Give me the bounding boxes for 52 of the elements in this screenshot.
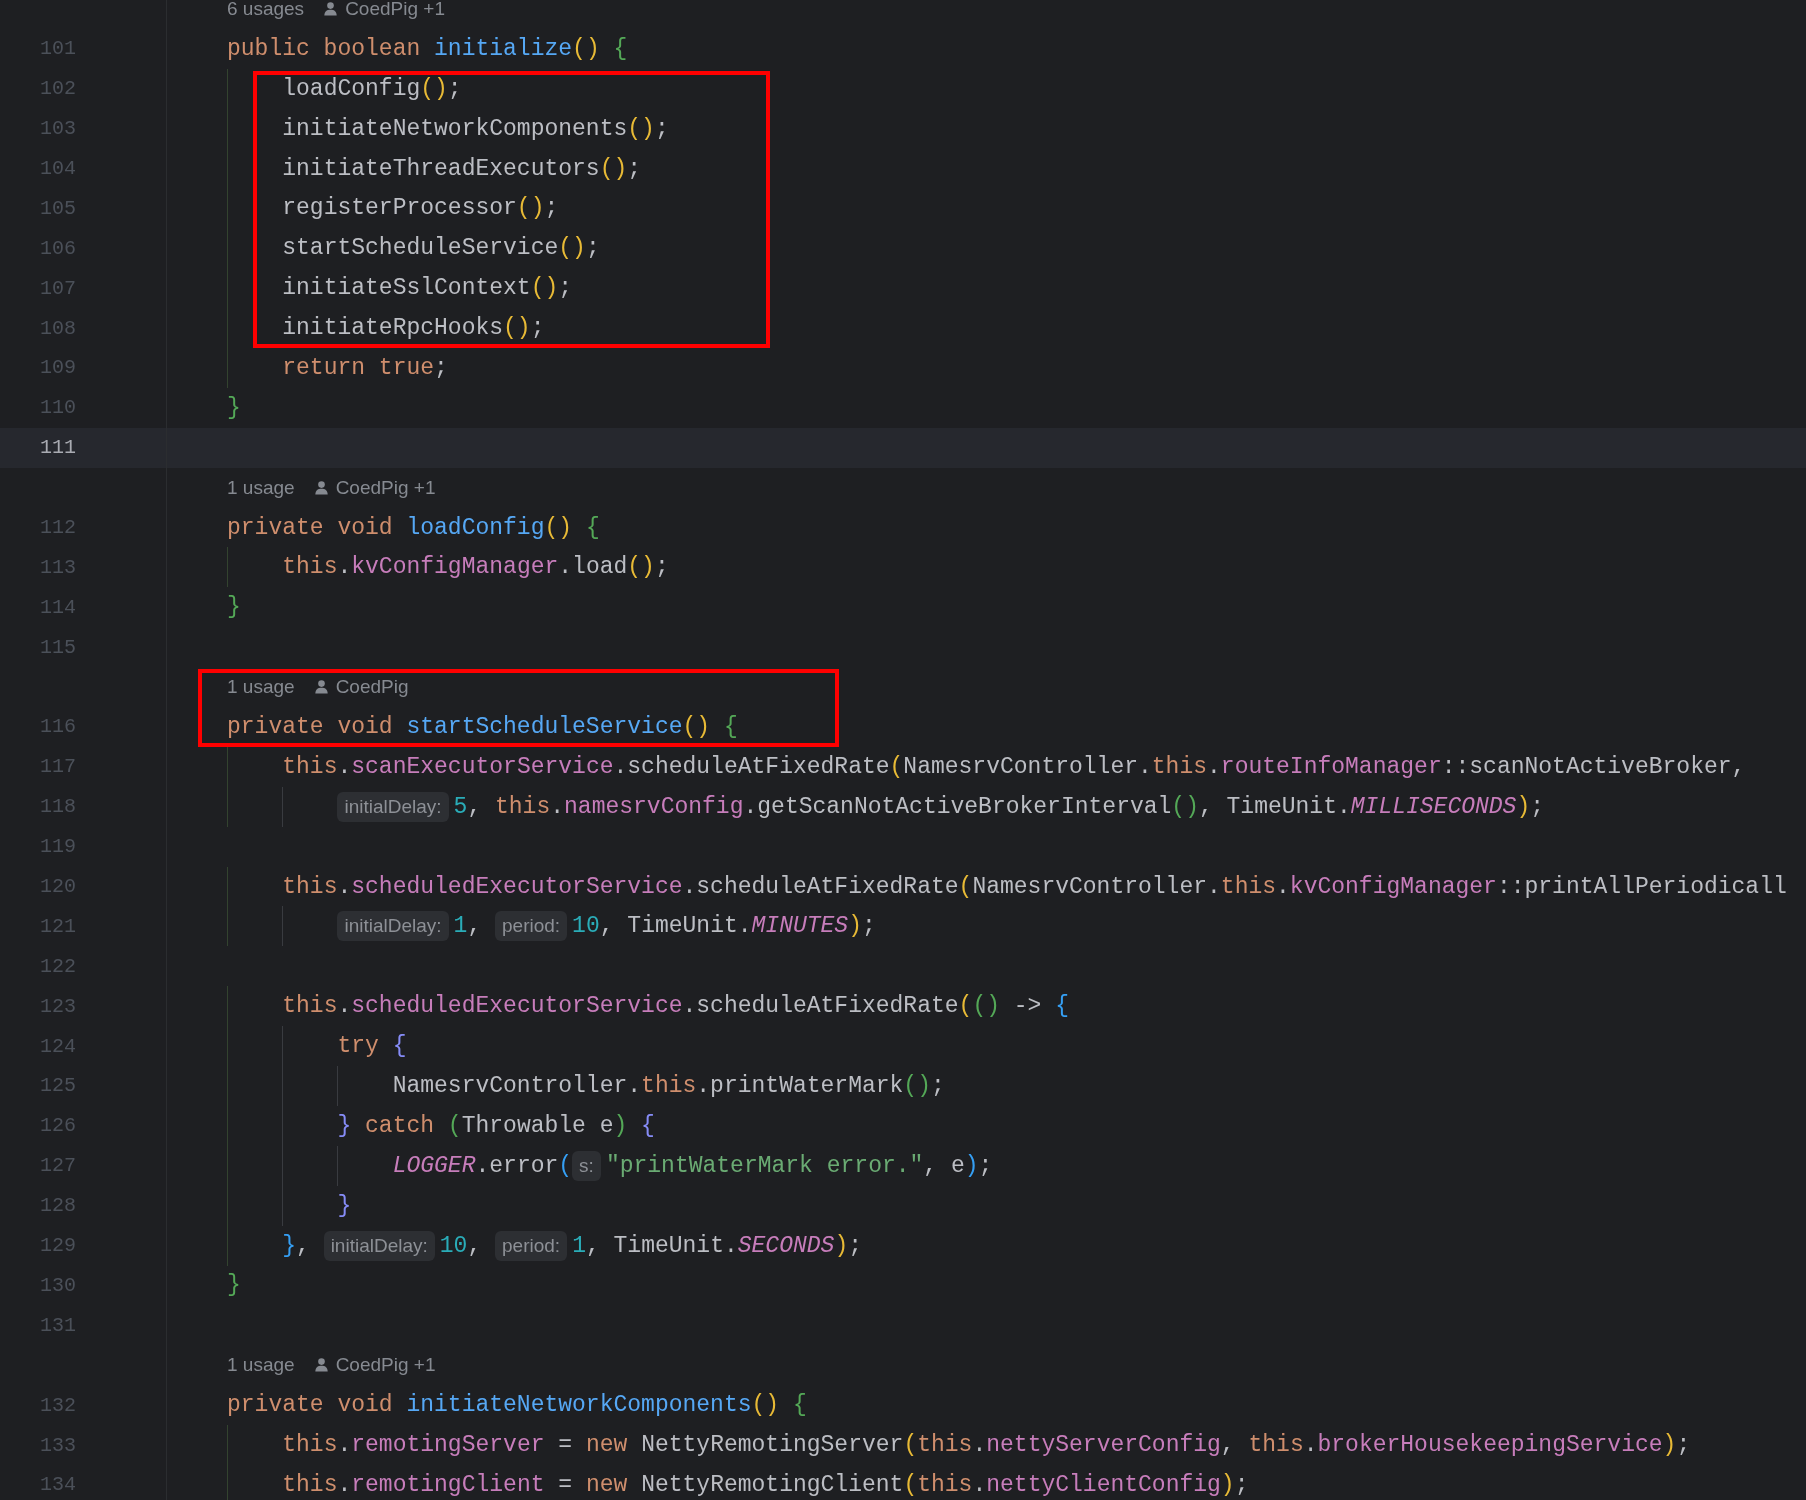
code-text: LOGGER.error( [392,1152,573,1179]
code-text: } [227,594,241,621]
code-text: 1, TimeUnit.SECONDS); [572,1232,862,1259]
usages-link[interactable]: 1 usage [227,1354,295,1377]
author-link[interactable]: CoedPig +1 [345,0,445,20]
code-text: startScheduleService(); [282,235,600,262]
code-text: this.remotingServer = new NettyRemotingServer(this.nettyServerConfig, this.brokerHousekeepingService); [282,1432,1691,1458]
code-text: this.scheduledExecutorService.scheduleAtFixedRate(() -> { [282,993,1069,1020]
parameter-hint: period: [495,1230,568,1261]
code-text: this.scanExecutorService.scheduleAtFixedRate(NamesrvController.this.routeInfoManager::scanNotActiveBroker, [282,753,1746,780]
code-text: public boolean initialize() { [227,35,628,62]
code-text: } [337,1192,352,1219]
parameter-hint: initialDelay: [337,791,449,822]
code-text: }, [282,1232,311,1259]
code-text: this.remotingClient = new NettyRemotingClient(this.nettyClientConfig); [282,1471,1249,1498]
author-link[interactable]: CoedPig +1 [335,1354,436,1377]
code-text: registerProcessor(); [282,195,559,222]
code-text: this.scheduledExecutorService.scheduleAtFixedRate(NamesrvController.this.kvConfigManager::printAllPeriodicall [282,873,1787,900]
author-link[interactable]: CoedPig [335,676,409,699]
person-icon [314,1358,328,1373]
code-text: "printWaterMark error.", e); [605,1152,993,1179]
code-text: 10, TimeUnit.MINUTES); [572,913,876,940]
author-link[interactable]: CoedPig +1 [335,476,436,499]
code-text: } [227,394,241,421]
code-text: } [227,1272,241,1299]
parameter-hint: period: [495,911,568,942]
code-text: loadConfig(); [282,75,462,102]
person-icon [324,1,338,16]
parameter-hint: initialDelay: [337,911,449,942]
usages-link[interactable]: 1 usage [227,676,295,699]
person-icon [314,480,328,495]
parameter-hint: initialDelay: [323,1230,435,1261]
code-text: initiateNetworkComponents(); [282,115,669,142]
usages-link[interactable]: 6 usages [227,0,305,20]
line-number: 111 [40,436,76,460]
usages-link[interactable]: 1 usage [227,476,295,499]
code-text: private void startScheduleService() { [227,713,738,740]
code-text: NamesrvController.this.printWaterMark(); [392,1073,945,1099]
code-text: 10, [439,1232,483,1259]
code-text: initiateRpcHooks(); [282,315,545,342]
code-text: return true; [282,354,448,381]
code-text: 5, this.namesrvConfig.getScanNotActiveBrokerInterval(), TimeUnit.MILLISECONDS); [453,793,1545,820]
code-text: initiateSslContext(); [282,275,573,302]
code-text: initiateThreadExecutors(); [282,155,642,182]
person-icon [314,680,328,695]
code-text: } catch (Throwable e) { [337,1112,655,1139]
code-text: private void initiateNetworkComponents() { [227,1392,807,1419]
code-text: 1, [453,913,483,940]
parameter-hint: s: [572,1150,601,1181]
code-text: try { [337,1033,407,1060]
code-text: this.kvConfigManager.load(); [282,554,669,581]
code-text: private void loadConfig() { [227,514,600,541]
